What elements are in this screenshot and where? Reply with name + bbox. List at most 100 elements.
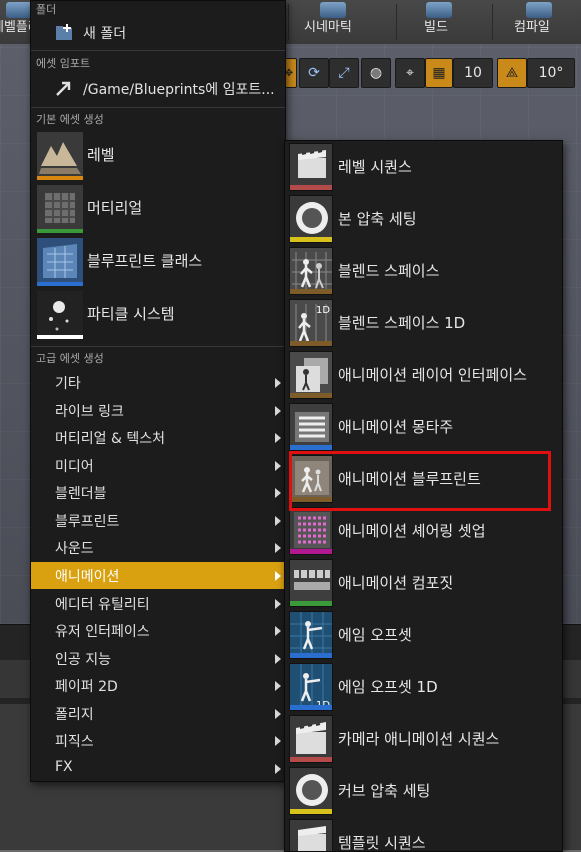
category-blueprints[interactable]: 블루프린트 (31, 507, 285, 534)
submenu-item-label: 애니메이션 블루프린트 (338, 470, 481, 488)
section-divider (31, 50, 285, 51)
globe-icon: ◍ (369, 65, 383, 81)
basic-item-label: 블루프린트 클래스 (87, 252, 203, 270)
level-type-stripe (37, 176, 83, 180)
submenu-arrow-icon (275, 378, 281, 388)
category-paper-2d[interactable]: 페이퍼 2D (31, 672, 285, 699)
camera-anim-sequence-item[interactable]: 카메라 애니메이션 시퀀스 (285, 713, 562, 765)
submenu-arrow-icon (275, 654, 281, 664)
add-new-context-menu: 폴더 새 폴더 에셋 임포트 /Game/Blueprints에 임포트... … (30, 0, 286, 782)
build-button[interactable]: 빌드 (420, 0, 460, 44)
category-artificial-intelligence[interactable]: 인공 지능 (31, 645, 285, 672)
anim-blueprint-item[interactable]: 애니메이션 블루프린트 (285, 453, 562, 505)
type-stripe (290, 341, 332, 346)
type-stripe (290, 705, 332, 710)
surface-snap-icon: ⌖ (406, 65, 414, 81)
cinematics-button[interactable]: 시네마틱 (300, 0, 366, 44)
anim-composite-icon (289, 559, 333, 607)
new-folder-icon (56, 24, 72, 40)
submenu-item-label: 애니메이션 컴포짓 (338, 574, 454, 592)
submenu-item-label: 애니메이션 셰어링 셋업 (338, 522, 486, 540)
import-section-header: 에셋 임포트 (36, 57, 91, 70)
scale-tool-button[interactable]: ⤢ (329, 58, 359, 88)
scale-icon: ⤢ (338, 65, 350, 81)
category-physics[interactable]: 피직스 (31, 727, 285, 754)
curve-compression-settings-item[interactable]: 커브 압축 세팅 (285, 765, 562, 817)
category-fx[interactable]: FX (31, 755, 285, 782)
template-sequence-item[interactable]: 템플릿 시퀀스 (285, 817, 562, 851)
category-media[interactable]: 미디어 (31, 452, 285, 479)
rotate-tool-button[interactable]: ⟳ (299, 58, 329, 88)
anim-montage-icon (289, 403, 333, 451)
anim-layer-interface-icon (289, 351, 333, 399)
rotation-snap-value-label: 10° (538, 65, 564, 81)
anim-sharing-setup-icon (289, 507, 333, 555)
type-stripe (290, 237, 332, 242)
level-sequence-item[interactable]: 레벨 시퀀스 (285, 141, 562, 193)
create-level-item[interactable]: 레벨 (33, 131, 283, 181)
blend-space-1d-icon: 1D (289, 299, 333, 347)
bone-compression-icon (289, 195, 333, 243)
create-particle-system-item[interactable]: 파티클 시스템 (33, 290, 283, 340)
category-label: 인공 지능 (55, 652, 111, 668)
category-blendables[interactable]: 블렌더블 (31, 479, 285, 506)
compile-label: 컴파일 (514, 20, 550, 35)
curve-compression-icon (289, 767, 333, 815)
rotation-snap-value[interactable]: 10° (527, 58, 575, 88)
camera-anim-sequence-icon (289, 715, 333, 763)
submenu-arrow-icon (275, 461, 281, 471)
category-label: 피직스 (55, 734, 94, 750)
blend-space-1d-item[interactable]: 1D 블렌드 스페이스 1D (285, 297, 562, 349)
animation-submenu: 레벨 시퀀스 본 압축 세팅 블렌드 스페이스 1D 블렌드 스페이스 1D 애… (284, 140, 563, 852)
submenu-arrow-icon (275, 681, 281, 691)
category-sounds[interactable]: 사운드 (31, 534, 285, 561)
aim-offset-item[interactable]: 에임 오프셋 (285, 609, 562, 661)
submenu-arrow-icon (275, 543, 281, 553)
category-live-link[interactable]: 라이브 링크 (31, 397, 285, 424)
category-label: 페이퍼 2D (55, 679, 118, 695)
category-user-interface[interactable]: 유저 인터페이스 (31, 617, 285, 644)
compile-button[interactable]: 컴파일 (510, 0, 570, 44)
submenu-item-label: 블렌드 스페이스 1D (338, 314, 466, 332)
viewport-toolbar: ✥ ⟳ ⤢ ◍ ⌖ ▦ 10 ⟁ 10° (281, 58, 581, 88)
build-label: 빌드 (424, 20, 448, 35)
category-label: 폴리지 (55, 707, 94, 723)
new-folder-label: 새 폴더 (83, 26, 127, 42)
surface-snap-button[interactable]: ⌖ (395, 58, 425, 88)
level-sequence-icon (289, 143, 333, 191)
anim-sharing-setup-item[interactable]: 애니메이션 셰어링 셋업 (285, 505, 562, 557)
category-editor-utilities[interactable]: 에디터 유틸리티 (31, 590, 285, 617)
badge-1d: 1D (316, 305, 330, 316)
create-material-item[interactable]: 머티리얼 (33, 184, 283, 234)
blend-space-item[interactable]: 블렌드 스페이스 (285, 245, 562, 297)
particle-type-stripe (37, 335, 83, 339)
basic-item-label: 파티클 시스템 (87, 305, 175, 323)
create-blueprint-class-item[interactable]: 블루프린트 클래스 (33, 237, 283, 287)
grid-snap-value[interactable]: 10 (453, 58, 493, 88)
bone-compression-settings-item[interactable]: 본 압축 세팅 (285, 193, 562, 245)
type-stripe (290, 289, 332, 294)
category-materials-textures[interactable]: 머티리얼 & 텍스처 (31, 424, 285, 451)
import-asset-item[interactable]: /Game/Blueprints에 임포트... (31, 75, 285, 101)
category-misc[interactable]: 기타 (31, 369, 285, 396)
world-local-button[interactable]: ◍ (361, 58, 391, 88)
rotation-snap-toggle[interactable]: ⟁ (497, 58, 527, 88)
basic-item-label: 머티리얼 (87, 199, 143, 217)
category-label: 에디터 유틸리티 (55, 597, 150, 613)
anim-composite-item[interactable]: 애니메이션 컴포짓 (285, 557, 562, 609)
submenu-item-label: 에임 오프셋 1D (338, 678, 438, 696)
grid-snap-toggle[interactable]: ▦ (425, 58, 453, 88)
material-icon (37, 185, 83, 233)
category-foliage[interactable]: 폴리지 (31, 700, 285, 727)
toolbar-separator (492, 4, 493, 40)
anim-montage-item[interactable]: 애니메이션 몽타주 (285, 401, 562, 453)
type-stripe (290, 601, 332, 606)
aim-offset-1d-item[interactable]: 1D 에임 오프셋 1D (285, 661, 562, 713)
category-animation[interactable]: 애니메이션 (31, 562, 285, 589)
new-folder-item[interactable]: 새 폴더 (31, 19, 285, 45)
category-label: 미디어 (55, 459, 94, 475)
submenu-arrow-icon (275, 433, 281, 443)
folder-section-header: 폴더 (36, 3, 57, 16)
anim-layer-interface-item[interactable]: 애니메이션 레이어 인터페이스 (285, 349, 562, 401)
submenu-item-label: 에임 오프셋 (338, 626, 412, 644)
